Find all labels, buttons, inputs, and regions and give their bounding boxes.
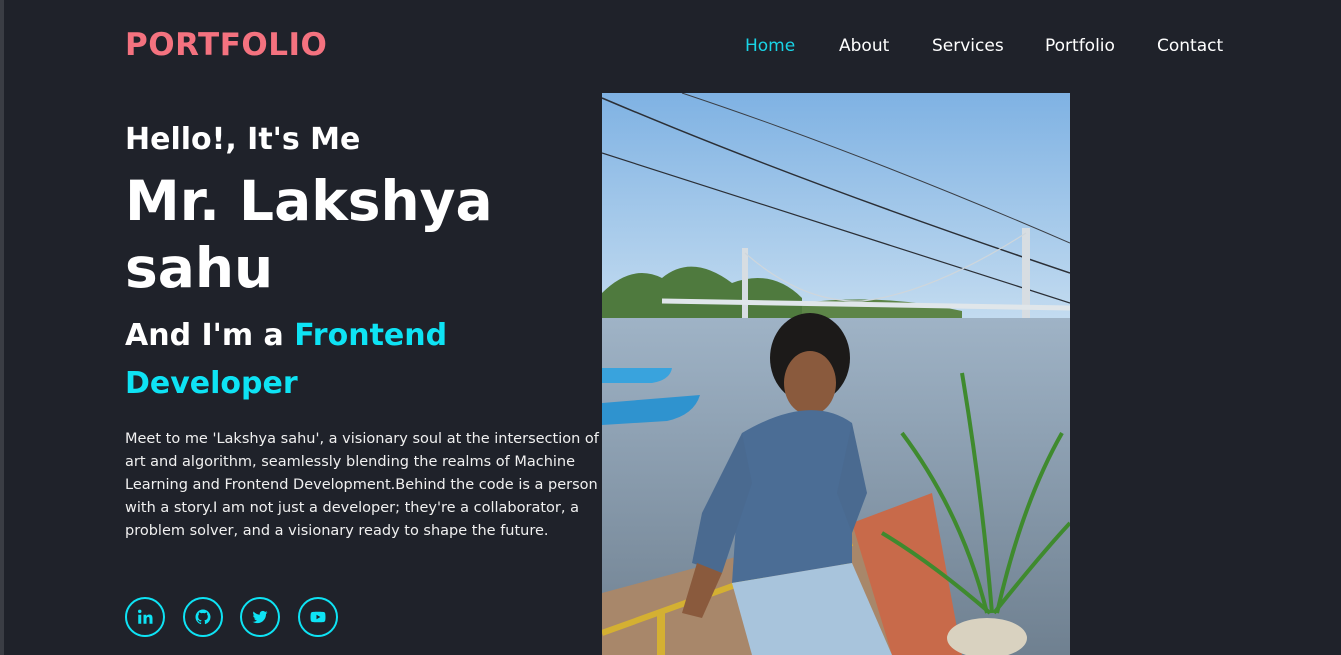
hero-greeting: Hello!, It's Me [125,122,361,157]
nav-link-home[interactable]: Home [745,36,795,56]
linkedin-link[interactable] [125,597,165,637]
hero-name: Mr. Lakshya sahu [125,169,493,300]
nav-link-services[interactable]: Services [932,36,1004,56]
twitter-icon [252,610,268,624]
hero-description: Meet to me 'Lakshya sahu', a visionary s… [125,431,599,539]
site-logo[interactable]: PORTFOLIO [125,27,327,63]
profile-photo [602,93,1070,655]
twitter-link[interactable] [240,597,280,637]
youtube-icon [310,611,326,623]
github-link[interactable] [183,597,223,637]
nav-link-portfolio[interactable]: Portfolio [1045,36,1115,56]
linkedin-icon [138,609,153,624]
github-icon [195,609,211,625]
hero-role: And I'm a Frontend Developer [125,312,505,408]
nav-link-contact[interactable]: Contact [1157,36,1223,56]
role-prefix: And I'm a [125,318,295,353]
window-border [0,0,4,655]
youtube-link[interactable] [298,597,338,637]
nav-link-about[interactable]: About [839,36,889,56]
